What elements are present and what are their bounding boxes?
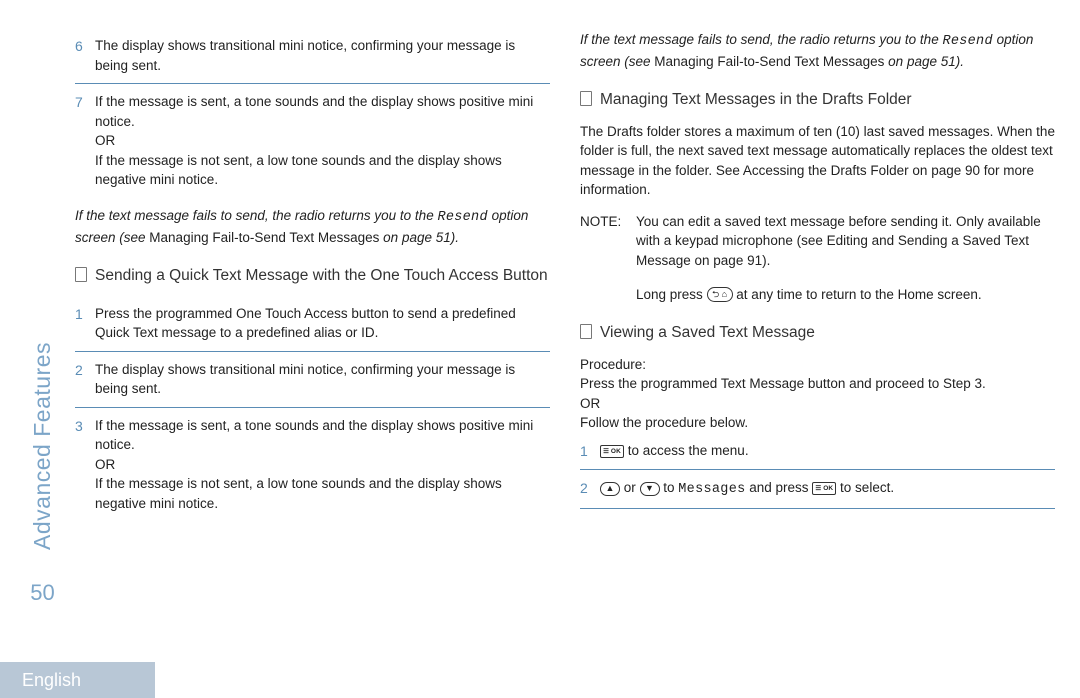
document-icon bbox=[75, 267, 87, 282]
text: Long press bbox=[636, 287, 707, 302]
text: or bbox=[620, 480, 640, 495]
step-text: The display shows transitional mini noti… bbox=[95, 360, 550, 399]
text: If the message is not sent, a low tone s… bbox=[95, 476, 502, 511]
step-number: 3 bbox=[75, 416, 95, 514]
content-columns: 6 The display shows transitional mini no… bbox=[75, 30, 1055, 610]
step-row: 7 If the message is sent, a tone sounds … bbox=[75, 86, 550, 196]
procedure-text: Press the programmed Text Message button… bbox=[580, 374, 1055, 394]
home-button-icon: ⮌ ⌂ bbox=[707, 287, 733, 302]
or-text: OR bbox=[580, 394, 1055, 414]
section-heading: Sending a Quick Text Message with the On… bbox=[75, 265, 550, 287]
note-body: You can edit a saved text message before… bbox=[636, 212, 1055, 304]
step-number: 2 bbox=[580, 478, 600, 500]
page-number: 50 bbox=[30, 580, 54, 606]
step-row: 3 If the message is sent, a tone sounds … bbox=[75, 410, 550, 520]
step-row: 6 The display shows transitional mini no… bbox=[75, 30, 550, 81]
section-heading: Managing Text Messages in the Drafts Fol… bbox=[580, 89, 1055, 111]
side-gutter: Advanced Features 50 bbox=[25, 30, 60, 610]
or-text: OR bbox=[95, 457, 115, 472]
resend-label: Resend bbox=[942, 34, 992, 49]
procedure-text: Follow the procedure below. bbox=[580, 413, 1055, 433]
heading-text: Managing Text Messages in the Drafts Fol… bbox=[600, 89, 912, 111]
text: If the message is sent, a tone sounds an… bbox=[95, 418, 533, 453]
menu-ok-button-icon: ☰ OK bbox=[600, 445, 624, 458]
menu-item-name: Messages bbox=[678, 482, 745, 497]
text: If the text message fails to send, the r… bbox=[75, 208, 437, 223]
step-divider bbox=[75, 407, 550, 408]
heading-text: Viewing a Saved Text Message bbox=[600, 322, 815, 344]
paragraph: The Drafts folder stores a maximum of te… bbox=[580, 122, 1055, 200]
heading-text: Sending a Quick Text Message with the On… bbox=[95, 265, 548, 287]
text: to select. bbox=[836, 480, 894, 495]
step-row: 1 Press the programmed One Touch Access … bbox=[75, 298, 550, 349]
step-divider bbox=[75, 351, 550, 352]
text: on page 51). bbox=[884, 54, 964, 69]
note-label: NOTE: bbox=[580, 212, 636, 304]
note-text: You can edit a saved text message before… bbox=[636, 212, 1055, 271]
step-text: The display shows transitional mini noti… bbox=[95, 36, 550, 75]
menu-ok-button-icon: ☰ OK bbox=[812, 482, 836, 495]
step-number: 2 bbox=[75, 360, 95, 399]
section-title-vertical: Advanced Features bbox=[29, 342, 56, 550]
text: on page 51). bbox=[379, 230, 459, 245]
text: If the text message fails to send, the r… bbox=[580, 32, 942, 47]
right-column: If the text message fails to send, the r… bbox=[580, 30, 1055, 610]
step-row: 2 ▲ or ▼ to Messages and press ☰ OK to s… bbox=[580, 472, 1055, 506]
text: and press bbox=[746, 480, 813, 495]
step-divider bbox=[580, 508, 1055, 509]
step-text: If the message is sent, a tone sounds an… bbox=[95, 416, 550, 514]
fail-note: If the text message fails to send, the r… bbox=[75, 206, 550, 247]
step-number: 1 bbox=[75, 304, 95, 343]
step-number: 1 bbox=[580, 441, 600, 461]
language-footer: English bbox=[0, 662, 155, 698]
text: at any time to return to the Home screen… bbox=[733, 287, 982, 302]
step-divider bbox=[75, 83, 550, 84]
manual-page: Advanced Features 50 6 The display shows… bbox=[0, 0, 1080, 620]
text: to access the menu. bbox=[624, 443, 749, 458]
step-divider bbox=[580, 469, 1055, 470]
document-icon bbox=[580, 324, 592, 339]
step-row: 1 ☰ OK to access the menu. bbox=[580, 433, 1055, 467]
document-icon bbox=[580, 91, 592, 106]
step-text: Press the programmed One Touch Access bu… bbox=[95, 304, 550, 343]
down-arrow-button-icon: ▼ bbox=[640, 482, 660, 496]
note-block: NOTE: You can edit a saved text message … bbox=[580, 212, 1055, 304]
note-text: Long press ⮌ ⌂ at any time to return to … bbox=[636, 285, 1055, 305]
procedure-label: Procedure: bbox=[580, 355, 1055, 375]
resend-label: Resend bbox=[437, 210, 487, 225]
or-text: OR bbox=[95, 133, 115, 148]
fail-note: If the text message fails to send, the r… bbox=[580, 30, 1055, 71]
step-text: ☰ OK to access the menu. bbox=[600, 441, 1055, 461]
text: to bbox=[660, 480, 679, 495]
link-text: Managing Fail-to-Send Text Messages bbox=[149, 230, 379, 245]
step-row: 2 The display shows transitional mini no… bbox=[75, 354, 550, 405]
left-column: 6 The display shows transitional mini no… bbox=[75, 30, 550, 610]
text: If the message is not sent, a low tone s… bbox=[95, 153, 502, 188]
text: If the message is sent, a tone sounds an… bbox=[95, 94, 533, 129]
step-text: If the message is sent, a tone sounds an… bbox=[95, 92, 550, 190]
section-heading: Viewing a Saved Text Message bbox=[580, 322, 1055, 344]
up-arrow-button-icon: ▲ bbox=[600, 482, 620, 496]
step-number: 6 bbox=[75, 36, 95, 75]
link-text: Managing Fail-to-Send Text Messages bbox=[654, 54, 884, 69]
step-number: 7 bbox=[75, 92, 95, 190]
language-label: English bbox=[22, 670, 81, 691]
step-text: ▲ or ▼ to Messages and press ☰ OK to sel… bbox=[600, 478, 1055, 500]
